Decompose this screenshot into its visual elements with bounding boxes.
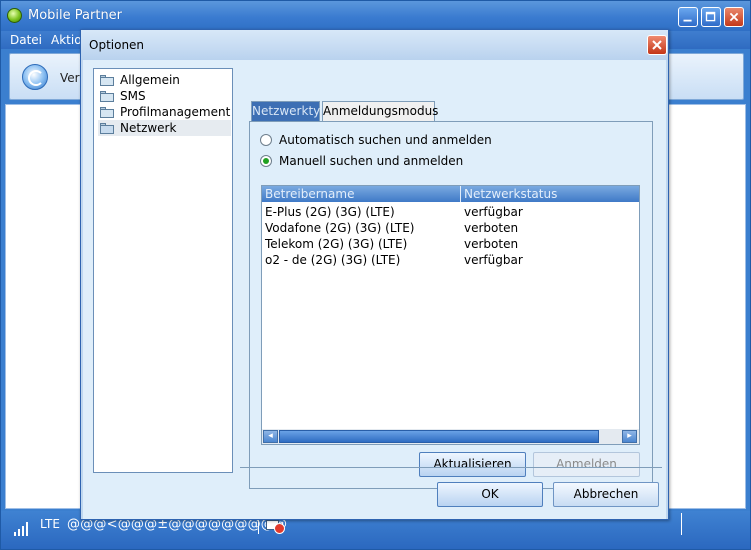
main-close-button[interactable] xyxy=(724,7,744,27)
scroll-left-icon[interactable]: ◂ xyxy=(263,430,278,443)
tab-netzwerktyp[interactable]: Netzwerktyp xyxy=(251,101,328,121)
folder-open-icon xyxy=(100,123,114,134)
scrollbar-thumb[interactable] xyxy=(279,430,599,443)
options-dialog: Optionen Allgemein SMS Profilmanagement … xyxy=(80,29,669,520)
status-divider xyxy=(258,518,259,534)
tree-item-profilmanagement[interactable]: Profilmanagement xyxy=(98,104,231,120)
close-icon xyxy=(652,40,662,50)
dialog-divider xyxy=(240,467,662,468)
list-header: Betreibername Netzwerkstatus xyxy=(262,186,639,202)
table-row[interactable]: o2 - de (2G) (3G) (LTE) verfügbar xyxy=(262,252,639,268)
folder-icon xyxy=(100,91,114,102)
folder-icon xyxy=(100,107,114,118)
dialog-title: Optionen xyxy=(89,38,145,52)
maximize-button[interactable] xyxy=(701,7,721,27)
cancel-button[interactable]: Abbrechen xyxy=(553,482,659,507)
folder-icon xyxy=(100,75,114,86)
register-button[interactable]: Anmelden xyxy=(533,452,640,477)
radio-automatic-label[interactable]: Automatisch suchen und anmelden xyxy=(279,133,492,147)
minimize-button[interactable] xyxy=(678,7,698,27)
signal-strength-icon xyxy=(14,522,30,536)
main-titlebar[interactable]: Mobile Partner xyxy=(1,1,750,31)
refresh-button[interactable]: Aktualisieren xyxy=(419,452,526,477)
dialog-body: Allgemein SMS Profilmanagement Netzwerk … xyxy=(83,60,666,519)
dialog-close-button[interactable] xyxy=(647,35,667,55)
radio-manual[interactable] xyxy=(260,155,272,167)
network-list: Betreibername Netzwerkstatus E-Plus (2G)… xyxy=(261,185,640,445)
table-row[interactable]: E-Plus (2G) (3G) (LTE) verfügbar xyxy=(262,204,639,220)
sms-error-icon[interactable] xyxy=(266,518,286,534)
anmeldungsmodus-panel: Automatisch suchen und anmelden Manuell … xyxy=(249,121,653,489)
maximize-icon xyxy=(705,11,716,22)
column-header-betreibername[interactable]: Betreibername xyxy=(265,187,354,201)
window-title: Mobile Partner xyxy=(28,8,123,23)
network-type-label: LTE xyxy=(40,517,60,531)
ok-button[interactable]: OK xyxy=(437,482,543,507)
radio-automatic[interactable] xyxy=(260,134,272,146)
minimize-icon xyxy=(683,19,692,22)
app-logo-icon xyxy=(7,8,22,23)
close-icon xyxy=(729,12,739,22)
table-row[interactable]: Telekom (2G) (3G) (LTE) verboten xyxy=(262,236,639,252)
status-divider-right xyxy=(681,513,682,535)
tree-item-allgemein[interactable]: Allgemein xyxy=(98,72,231,88)
tree-item-sms[interactable]: SMS xyxy=(98,88,231,104)
horizontal-scrollbar[interactable]: ◂ ▸ xyxy=(262,429,639,444)
tree-item-netzwerk[interactable]: Netzwerk xyxy=(98,120,231,136)
table-row[interactable]: Vodafone (2G) (3G) (LTE) verboten xyxy=(262,220,639,236)
options-tree: Allgemein SMS Profilmanagement Netzwerk xyxy=(93,68,233,473)
tab-anmeldungsmodus[interactable]: Anmeldungsmodus xyxy=(322,101,438,121)
scroll-right-icon[interactable]: ▸ xyxy=(622,430,637,443)
radio-manual-label[interactable]: Manuell suchen und anmelden xyxy=(279,154,463,168)
connect-icon[interactable] xyxy=(22,64,48,90)
column-header-netzwerkstatus[interactable]: Netzwerkstatus xyxy=(464,187,557,201)
menu-datei[interactable]: Datei xyxy=(10,33,42,47)
dialog-titlebar[interactable]: Optionen xyxy=(81,30,668,60)
